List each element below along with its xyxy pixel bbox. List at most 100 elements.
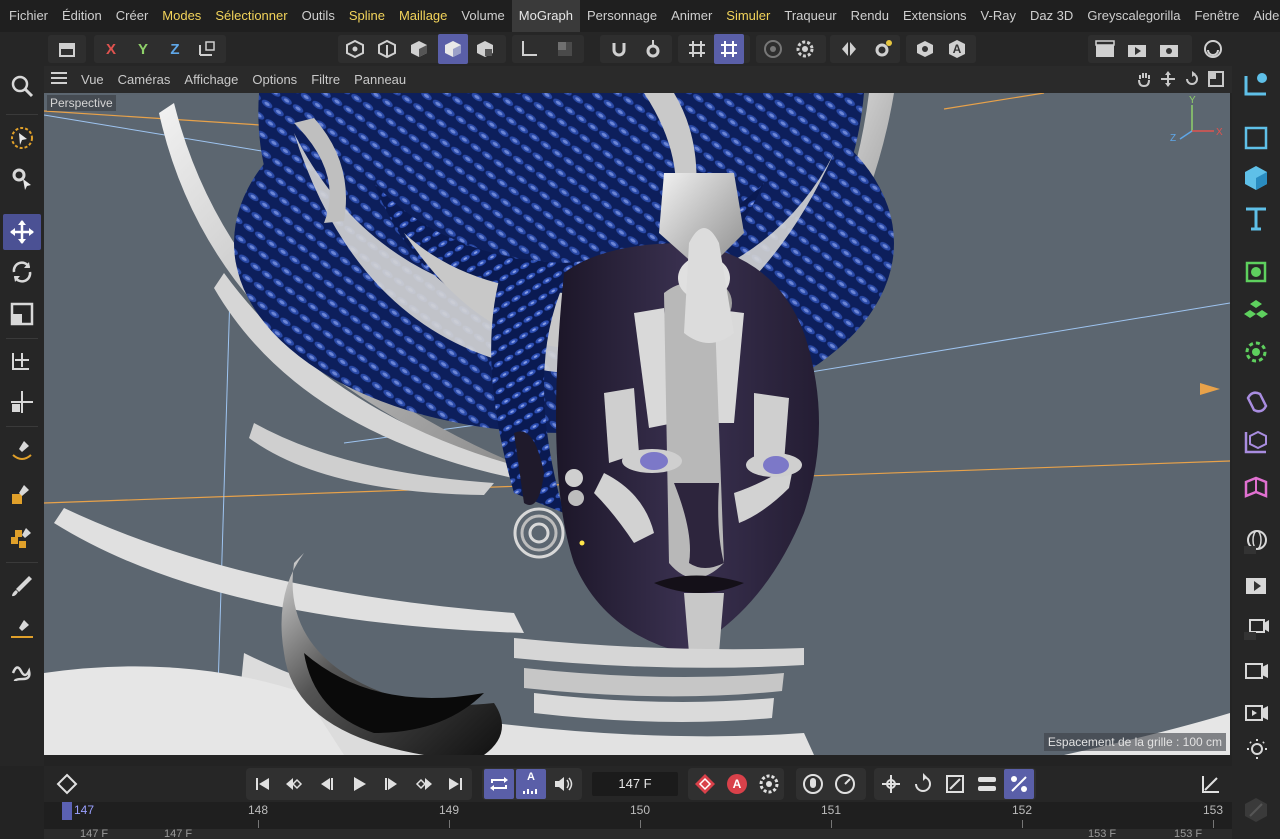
- move-camera-icon[interactable]: [1160, 71, 1176, 90]
- viewport-3d[interactable]: Y X Z Perspective Espacement de la grill…: [44, 93, 1230, 755]
- rotation-track-icon[interactable]: [908, 769, 938, 799]
- polygons-mode-icon[interactable]: [404, 34, 434, 64]
- move-tool-icon[interactable]: [3, 214, 41, 250]
- lock-toolbar-icon[interactable]: [1238, 792, 1274, 828]
- menu-creer[interactable]: Créer: [109, 0, 156, 32]
- menu-traqueur[interactable]: Traqueur: [777, 0, 843, 32]
- menu-modes[interactable]: Modes: [155, 0, 208, 32]
- keyframe-icon[interactable]: [52, 769, 82, 799]
- motion-record-icon[interactable]: [798, 769, 828, 799]
- point-level-animation-icon[interactable]: [1004, 769, 1034, 799]
- cloner-icon[interactable]: [1238, 294, 1274, 330]
- previous-key-icon[interactable]: [280, 769, 310, 799]
- workplane-grid-icon[interactable]: [714, 34, 744, 64]
- y-axis-lock-button[interactable]: Y: [128, 34, 158, 64]
- render-settings-clapper-icon[interactable]: [1154, 34, 1184, 64]
- tweak-mode-icon[interactable]: [550, 34, 580, 64]
- model-mode-icon[interactable]: [438, 34, 468, 64]
- position-track-icon[interactable]: [876, 769, 906, 799]
- camera-2-icon[interactable]: [1238, 694, 1274, 730]
- record-keyframe-icon[interactable]: [690, 769, 720, 799]
- mograph-effector-icon[interactable]: [1238, 334, 1274, 370]
- field-object-icon[interactable]: [1238, 424, 1274, 460]
- menu-selectionner[interactable]: Sélectionner: [208, 0, 294, 32]
- menu-edition[interactable]: Édition: [55, 0, 109, 32]
- next-frame-icon[interactable]: [376, 769, 406, 799]
- render-region-icon[interactable]: [758, 34, 788, 64]
- st-render-icon[interactable]: [1238, 566, 1274, 602]
- viewport-menu-cameras[interactable]: Caméras: [111, 72, 178, 87]
- grid-icon[interactable]: [682, 34, 712, 64]
- visibility-icon[interactable]: [910, 34, 940, 64]
- st-light-icon[interactable]: [1238, 734, 1274, 770]
- menu-simuler[interactable]: Simuler: [719, 0, 777, 32]
- menu-fenetre[interactable]: Fenêtre: [1188, 0, 1247, 32]
- menu-animer[interactable]: Animer: [664, 0, 719, 32]
- menu-volume[interactable]: Volume: [454, 0, 511, 32]
- viewport-menu-vue[interactable]: Vue: [74, 72, 111, 87]
- timeline-ruler[interactable]: 147 148 149 150 151 152 153: [44, 802, 1232, 829]
- scale-tool-icon[interactable]: [3, 296, 41, 332]
- viewport-menu-affichage[interactable]: Affichage: [177, 72, 245, 87]
- playhead-marker[interactable]: [62, 802, 72, 820]
- x-axis-lock-button[interactable]: X: [96, 34, 126, 64]
- loop-icon[interactable]: [484, 769, 514, 799]
- menu-outils[interactable]: Outils: [295, 0, 342, 32]
- parameter-track-icon[interactable]: [972, 769, 1002, 799]
- camera-object-icon[interactable]: [1238, 470, 1274, 506]
- knife-line-icon[interactable]: [3, 612, 41, 648]
- keyframe-settings-icon[interactable]: [754, 769, 784, 799]
- z-axis-lock-button[interactable]: Z: [160, 34, 190, 64]
- coordinate-system-icon[interactable]: [192, 34, 222, 64]
- uv-mode-icon[interactable]: [470, 34, 500, 64]
- maximize-view-icon[interactable]: [1208, 71, 1224, 90]
- viewport-menu-panneau[interactable]: Panneau: [347, 72, 413, 87]
- symmetry-settings-icon[interactable]: [868, 34, 898, 64]
- next-key-icon[interactable]: [408, 769, 438, 799]
- menu-spline[interactable]: Spline: [342, 0, 392, 32]
- snap-settings-icon[interactable]: [638, 34, 668, 64]
- menu-aide[interactable]: Aide: [1246, 0, 1280, 32]
- start-frame-value[interactable]: 147 F: [164, 829, 192, 839]
- cube-object-icon[interactable]: [1238, 160, 1274, 196]
- deformer-icon[interactable]: [1238, 384, 1274, 420]
- primitive-pen-icon[interactable]: [3, 476, 41, 512]
- undo-icon[interactable]: [52, 34, 82, 64]
- brush-icon[interactable]: [3, 568, 41, 604]
- points-mode-icon[interactable]: [340, 34, 370, 64]
- pan-hand-icon[interactable]: [1136, 71, 1152, 90]
- edges-mode-icon[interactable]: [372, 34, 402, 64]
- annotation-button[interactable]: A: [942, 34, 972, 64]
- timeline-mode-icon[interactable]: [830, 769, 860, 799]
- viewport-menu-options[interactable]: Options: [245, 72, 304, 87]
- scale-track-icon[interactable]: [940, 769, 970, 799]
- subdivision-icon[interactable]: [1238, 254, 1274, 290]
- placement-tool-icon[interactable]: [3, 384, 41, 420]
- go-to-end-icon[interactable]: [440, 769, 470, 799]
- spline-pen-icon[interactable]: [3, 432, 41, 468]
- null-object-icon[interactable]: [1238, 66, 1274, 102]
- st-camera-icon[interactable]: [1238, 610, 1274, 646]
- menu-daz3d[interactable]: Daz 3D: [1023, 0, 1080, 32]
- menu-personnage[interactable]: Personnage: [580, 0, 664, 32]
- record-camera-icon[interactable]: [1238, 652, 1274, 688]
- rotate-tool-icon[interactable]: [3, 254, 41, 290]
- axis-mode-icon[interactable]: [514, 34, 544, 64]
- viewport-menu-filtre[interactable]: Filtre: [304, 72, 347, 87]
- spline-sketch-icon[interactable]: [3, 654, 41, 690]
- menu-maillage[interactable]: Maillage: [392, 0, 454, 32]
- render-view-icon[interactable]: [1090, 34, 1120, 64]
- st-globe-icon[interactable]: [1238, 524, 1274, 560]
- snap-magnet-icon[interactable]: [604, 34, 634, 64]
- symmetry-icon[interactable]: [834, 34, 864, 64]
- transform-tool-icon[interactable]: [3, 342, 41, 378]
- text-object-icon[interactable]: [1238, 200, 1274, 236]
- autokey-button[interactable]: A: [722, 769, 752, 799]
- range-bar[interactable]: 147 F 147 F 153 F 153 F: [44, 829, 1232, 839]
- menu-greyscalegorilla[interactable]: Greyscalegorilla: [1080, 0, 1187, 32]
- spline-primitive-icon[interactable]: [1238, 120, 1274, 156]
- min-frame-value[interactable]: 147 F: [80, 829, 108, 839]
- previous-frame-icon[interactable]: [312, 769, 342, 799]
- fcurve-icon[interactable]: [1196, 769, 1226, 799]
- sound-icon[interactable]: [548, 769, 578, 799]
